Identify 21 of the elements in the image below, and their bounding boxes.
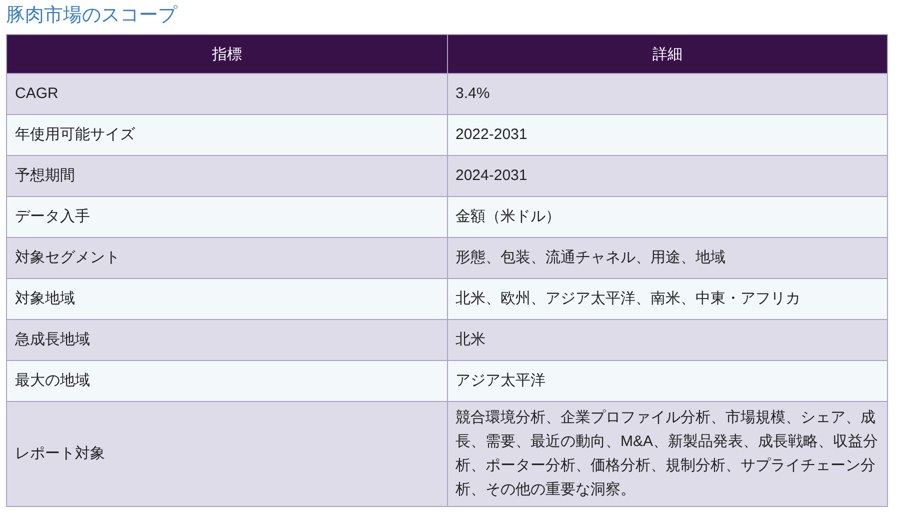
table-cell: レポート対象 — [6, 402, 447, 506]
table-cell: 競合環境分析、企業プロファイル分析、市場規模、シェア、成長、需要、最近の動向、M&A、新製品発表、成長戦略、収益分析、ポーター分析、価格分析、規制分析、サプライチェーン分析、その他の重要な洞察。 — [447, 402, 888, 506]
table-cell: 年使用可能サイズ — [6, 114, 447, 156]
column-header: 指標 — [6, 34, 447, 74]
table-cell: CAGR — [6, 74, 447, 114]
table-cell: 急成長地域 — [6, 320, 447, 360]
table-cell: アジア太平洋 — [447, 360, 888, 402]
table-cell: 北米 — [447, 320, 888, 360]
table-cell: 対象セグメント — [6, 238, 447, 278]
table-cell: データ入手 — [6, 196, 447, 238]
table-cell: 2022-2031 — [447, 114, 888, 156]
table-cell: 金額（米ドル） — [447, 196, 888, 238]
table-cell: 対象地域 — [6, 278, 447, 320]
table-cell: 3.4% — [447, 74, 888, 114]
table-cell: 形態、包装、流通チャネル、用途、地域 — [447, 238, 888, 278]
table-cell: 2024-2031 — [447, 156, 888, 196]
table-cell: 予想期間 — [6, 156, 447, 196]
table-cell: 北米、欧州、アジア太平洋、南米、中東・アフリカ — [447, 278, 888, 320]
section-title: 豚肉市場のスコープ — [6, 4, 178, 28]
table-cell: 最大の地域 — [6, 360, 447, 402]
column-header: 詳細 — [447, 34, 888, 74]
